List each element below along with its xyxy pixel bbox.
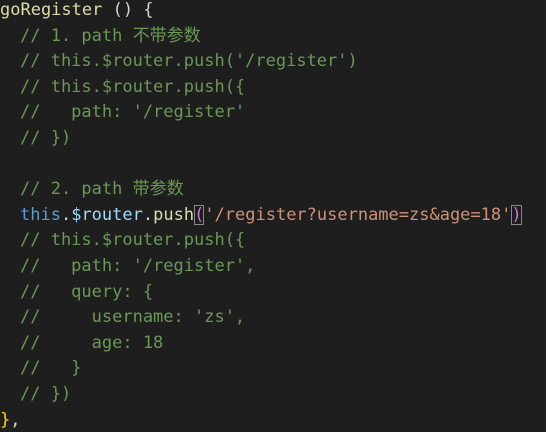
code-editor[interactable]: goRegister () { // 1. path 不带参数 // this.… — [0, 0, 546, 432]
code-line-8: // 2. path 带参数 — [20, 179, 184, 200]
code-line-15: // } — [20, 358, 82, 379]
close-paren-matched: ) — [511, 204, 522, 225]
open-paren-matched: ( — [194, 204, 205, 225]
code-line-3: // this.$router.push('/register') — [20, 51, 358, 72]
code-line-12: // query: { — [20, 281, 154, 302]
code-line-10: // this.$router.push({ — [20, 230, 246, 251]
dot-operator: . — [142, 204, 154, 225]
router-property: $router — [71, 204, 143, 225]
dot-operator: . — [60, 204, 72, 225]
push-method: push — [153, 204, 195, 225]
code-line-6: // }) — [20, 128, 72, 148]
code-line-16: // }) — [20, 384, 72, 404]
code-line-1: goRegister () { — [0, 0, 154, 24]
code-line-9: this.$router.push('/register?username=zs… — [20, 203, 522, 229]
code-line-14: // age: 18 — [20, 332, 164, 353]
code-line-2: // 1. path 不带参数 — [20, 25, 201, 46]
code-line-13: // username: 'zs', — [20, 307, 246, 328]
function-signature: () { — [102, 0, 154, 20]
trailing-comma: , — [10, 409, 21, 430]
function-name: goRegister — [0, 0, 103, 20]
this-keyword: this — [20, 204, 61, 225]
code-line-4: // this.$router.push({ — [20, 76, 246, 97]
code-line-17: }, — [0, 408, 21, 432]
route-string: '/register?username=zs&age=18' — [204, 204, 512, 225]
closing-brace: } — [0, 409, 11, 430]
code-line-5: // path: '/register' — [20, 102, 246, 123]
code-line-11: // path: '/register', — [20, 256, 256, 276]
